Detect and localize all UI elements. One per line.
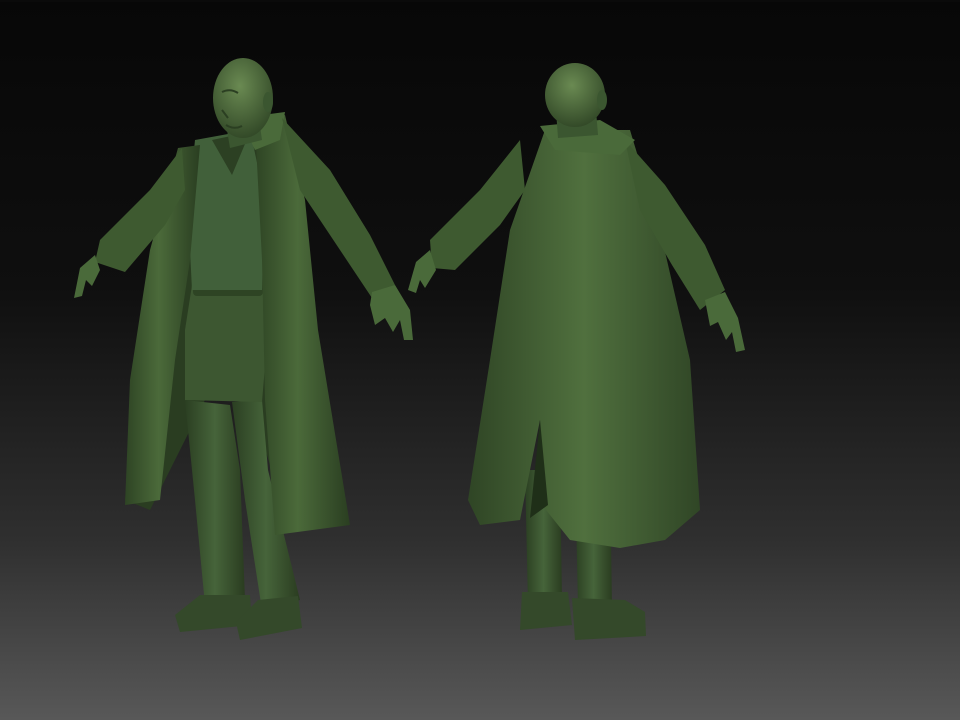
back-right-boot <box>572 598 646 640</box>
front-trousers-top <box>185 285 268 402</box>
front-right-hand <box>370 285 413 340</box>
back-left-hand <box>408 250 436 293</box>
back-left-boot <box>520 592 572 630</box>
sculpt-render <box>74 58 745 640</box>
back-figure <box>408 63 745 640</box>
front-ear <box>263 92 273 112</box>
back-head <box>545 63 605 127</box>
front-left-hand <box>74 255 100 298</box>
back-right-hand <box>705 292 745 352</box>
3d-viewport[interactable] <box>0 0 960 720</box>
back-ear <box>597 90 607 110</box>
front-figure <box>74 58 413 640</box>
